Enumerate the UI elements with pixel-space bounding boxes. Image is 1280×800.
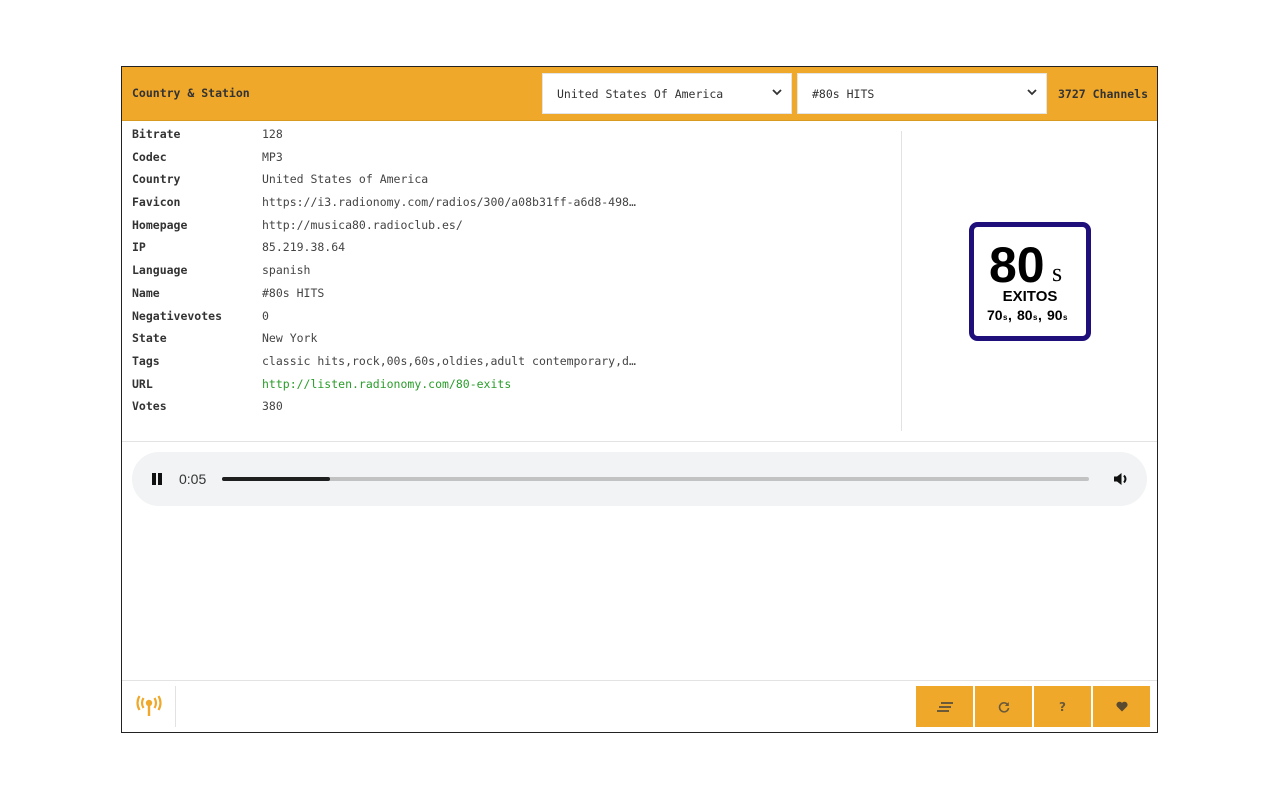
channel-count: 3727 Channels: [1058, 87, 1148, 101]
info-value: 380: [262, 399, 283, 414]
chevron-down-icon: [772, 89, 782, 96]
heart-icon: [1115, 701, 1128, 712]
logo-decade: 80: [1017, 307, 1033, 323]
info-value: 85.219.38.64: [262, 240, 346, 255]
logo-big-text: 80: [989, 237, 1045, 293]
pause-icon: [158, 473, 162, 485]
current-time: 0:05: [179, 471, 207, 487]
help-icon: ?: [1059, 699, 1066, 714]
info-value: classic hits,rock,00s,60s,oldies,adult c…: [262, 353, 636, 368]
info-row-name: Name #80s HITS: [132, 286, 892, 309]
info-row-negativevotes: Negativevotes 0: [132, 309, 892, 332]
info-row-tags: Tags classic hits,rock,00s,60s,oldies,adu…: [132, 354, 892, 377]
logo-decades: 70 s , 80 s , 90 s: [987, 307, 1068, 323]
info-key: Codec: [132, 149, 167, 164]
list-icon: [936, 701, 953, 712]
audio-player: 0:05: [132, 452, 1147, 506]
progress-slider[interactable]: [222, 477, 1089, 481]
info-row-codec: Codec MP3: [132, 150, 892, 173]
station-logo: 80 s EXITOS 70 s , 80 s , 90 s: [969, 222, 1091, 341]
info-value: 128: [262, 127, 283, 141]
help-button[interactable]: ?: [1034, 686, 1091, 727]
station-info-table: Bitrate 128 Codec MP3 Country United States…: [132, 127, 892, 422]
logo-decade: 70: [987, 307, 1003, 323]
station-select-value: #80s HITS: [812, 87, 875, 101]
logo-decade-suffix: s: [1063, 313, 1068, 322]
info-key: Homepage: [132, 217, 188, 232]
pause-icon: [152, 473, 156, 485]
info-value: spanish: [262, 263, 311, 278]
pause-button[interactable]: [150, 472, 164, 486]
info-key: IP: [132, 240, 146, 255]
info-key: Country: [132, 172, 181, 187]
radio-app: Country & Station United States Of Ameri…: [121, 66, 1158, 733]
info-row-state: State New York: [132, 331, 892, 354]
chevron-down-icon: [1027, 89, 1037, 96]
info-key: Tags: [132, 353, 160, 368]
info-key: Favicon: [132, 195, 181, 210]
logo-decade-sep: ,: [1008, 307, 1012, 323]
channel-count-number: 3727: [1058, 87, 1086, 101]
info-key: Language: [132, 263, 188, 278]
info-value: #80s HITS: [262, 285, 325, 300]
info-key: Votes: [132, 399, 167, 414]
header-title: Country & Station: [132, 86, 250, 100]
list-button[interactable]: [916, 686, 973, 727]
info-key: Bitrate: [132, 127, 181, 141]
station-logo-image: 80 s EXITOS 70 s , 80 s , 90 s: [969, 222, 1091, 341]
stream-url-link[interactable]: http://listen.radionomy.com/80-exits: [262, 377, 511, 391]
volume-icon[interactable]: [1112, 470, 1130, 488]
header-bar: Country & Station United States Of Ameri…: [122, 67, 1157, 121]
info-value: https://i3.radionomy.com/radios/300/a08b…: [262, 195, 636, 210]
details-divider: [901, 131, 902, 431]
info-row-votes: Votes 380: [132, 399, 892, 422]
broadcast-icon: [136, 695, 162, 716]
station-select[interactable]: #80s HITS: [797, 73, 1047, 114]
player-area: 0:05: [122, 442, 1157, 681]
refresh-icon: [998, 701, 1009, 713]
footer-divider: [175, 686, 176, 727]
info-value: MP3: [262, 149, 283, 164]
channel-count-label: Channels: [1092, 87, 1149, 101]
country-select[interactable]: United States Of America: [542, 73, 792, 114]
info-value: United States of America: [262, 172, 429, 187]
info-key: Negativevotes: [132, 308, 223, 323]
info-key: Name: [132, 285, 160, 300]
info-row-favicon: Favicon https://i3.radionomy.com/radios/3…: [132, 195, 892, 218]
progress-fill: [222, 477, 331, 481]
info-key: URL: [132, 376, 153, 391]
info-row-ip: IP 85.219.38.64: [132, 240, 892, 263]
info-value: New York: [262, 331, 318, 346]
footer-bar: ?: [122, 681, 1157, 732]
info-value: 0: [262, 308, 269, 323]
info-row-bitrate: Bitrate 128: [132, 127, 892, 150]
info-value: http://musica80.radioclub.es/: [262, 217, 463, 232]
info-key: State: [132, 331, 167, 346]
info-row-country: Country United States of America: [132, 172, 892, 195]
station-details: Bitrate 128 Codec MP3 Country United States…: [122, 121, 1157, 442]
info-row-url: URL http://listen.radionomy.com/80-exits: [132, 377, 892, 400]
favorite-button[interactable]: [1093, 686, 1150, 727]
logo-decade-sep: ,: [1038, 307, 1042, 323]
logo-subtitle: EXITOS: [1003, 288, 1058, 305]
logo-big-suffix: s: [1052, 258, 1062, 287]
info-row-homepage: Homepage http://musica80.radioclub.es/: [132, 218, 892, 241]
country-select-value: United States Of America: [557, 87, 724, 101]
logo-decade: 90: [1047, 307, 1063, 323]
refresh-button[interactable]: [975, 686, 1032, 727]
info-row-language: Language spanish: [132, 263, 892, 286]
